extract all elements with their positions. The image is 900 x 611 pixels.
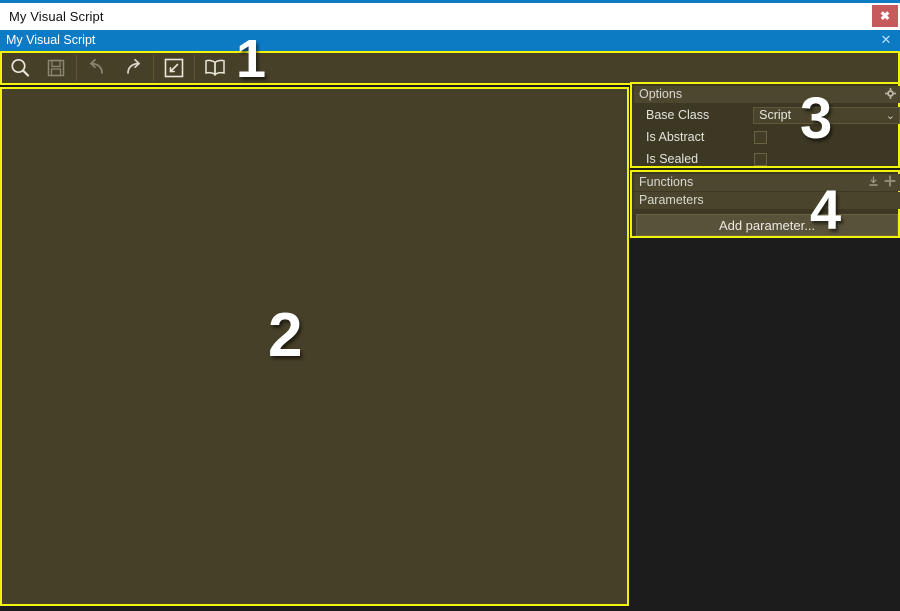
window-title: My Visual Script [9, 9, 104, 24]
gear-icon[interactable] [885, 86, 896, 104]
undo-icon [86, 58, 108, 78]
document-close-button[interactable]: ✕ [878, 32, 894, 48]
chevron-down-icon: ⌄ [885, 109, 895, 122]
window-titlebar: My Visual Script ✖ [0, 3, 900, 30]
options-header-icons [885, 86, 896, 103]
options-rows: Base Class Script ⌄ Is Abstract Is Seale… [634, 104, 900, 170]
toolbar-separator [194, 55, 195, 81]
redo-icon [122, 58, 144, 78]
functions-panel-title: Functions [639, 175, 694, 190]
functions-header-icons [868, 174, 896, 191]
import-icon[interactable] [868, 174, 879, 192]
option-row-base-class: Base Class Script ⌄ [634, 104, 900, 126]
add-icon[interactable] [884, 174, 896, 192]
redo-button[interactable] [115, 53, 151, 83]
parameters-label: Parameters [639, 193, 704, 208]
document-title: My Visual Script [6, 33, 96, 48]
documentation-icon [203, 58, 227, 78]
is-sealed-checkbox[interactable] [754, 152, 767, 166]
is-abstract-label: Is Abstract [646, 129, 705, 144]
save-button[interactable] [38, 53, 74, 83]
base-class-dropdown[interactable]: Script ⌄ [753, 106, 900, 124]
functions-panel-header: Functions [634, 174, 900, 191]
options-panel-header: Options [634, 86, 900, 103]
toolbar-button-group [2, 53, 233, 83]
parameters-section-header: Parameters [634, 192, 900, 209]
window-close-button[interactable]: ✖ [872, 5, 898, 27]
add-parameter-button[interactable]: Add parameter... [636, 214, 898, 236]
graph-canvas[interactable] [0, 87, 629, 606]
toolbar [0, 51, 900, 85]
toolbar-separator [153, 55, 154, 81]
documentation-button[interactable] [197, 53, 233, 83]
search-button[interactable] [2, 53, 38, 83]
is-sealed-label: Is Sealed [646, 151, 699, 166]
fit-to-screen-button[interactable] [156, 53, 192, 83]
options-panel: Options Base Class Script ⌄ Is Abstract … [630, 82, 900, 168]
fit-to-screen-icon [163, 57, 185, 79]
option-row-is-abstract: Is Abstract [634, 126, 900, 148]
is-abstract-checkbox[interactable] [754, 130, 767, 144]
base-class-value: Script [759, 107, 792, 122]
undo-button[interactable] [79, 53, 115, 83]
option-row-is-sealed: Is Sealed [634, 148, 900, 170]
base-class-label: Base Class [646, 107, 710, 122]
document-tab-bar[interactable]: My Visual Script ✕ [0, 30, 900, 51]
options-panel-title: Options [639, 87, 683, 102]
search-icon [9, 57, 31, 79]
save-icon [46, 58, 66, 78]
toolbar-separator [76, 55, 77, 81]
functions-panel: Functions Parameters Add parameter... [630, 170, 900, 238]
